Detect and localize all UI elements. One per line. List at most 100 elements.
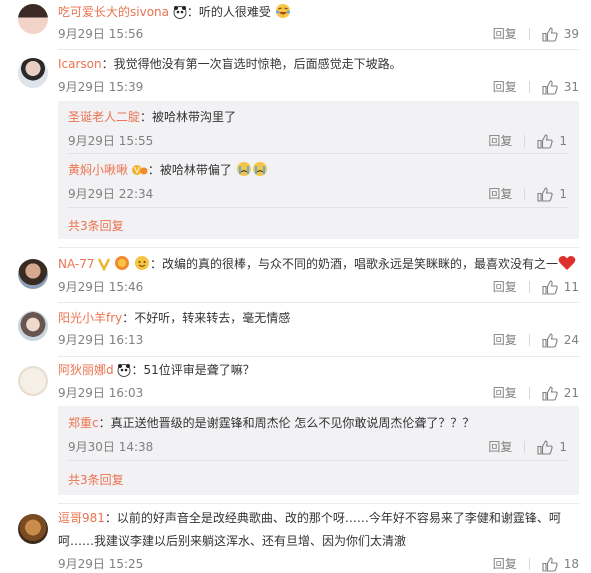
reply-button[interactable]: 回复	[493, 556, 517, 572]
like-button[interactable]: 1	[537, 439, 567, 455]
reply-button[interactable]: 回复	[488, 186, 512, 202]
laughing-emoji-icon	[275, 3, 291, 24]
avatar[interactable]	[18, 4, 48, 34]
like-button[interactable]: 1	[537, 133, 567, 149]
thumbs-up-icon	[542, 556, 558, 572]
reply-username[interactable]: 郑重c	[68, 416, 99, 430]
avatar[interactable]	[18, 366, 48, 396]
thumbs-up-icon	[542, 279, 558, 295]
svg-text:V: V	[134, 166, 140, 175]
thumbs-up-icon	[537, 186, 554, 202]
verified-v-icon: V	[131, 163, 148, 182]
divider	[68, 153, 569, 154]
action-separator	[528, 28, 530, 40]
reply-button[interactable]: 回复	[488, 439, 512, 455]
reply-time: 9月30日 14:38	[68, 440, 154, 454]
action-separator	[528, 558, 530, 570]
like-button[interactable]: 1	[537, 186, 567, 202]
comment-time: 9月29日 16:13	[58, 333, 144, 347]
action-separator	[528, 387, 530, 399]
comment-item: NA-77 ：改编的真的很棒，与众不同的奶酒，唱歌永远是笑眯眯的，最喜欢没有之一…	[0, 248, 591, 303]
reply-button[interactable]: 回复	[488, 133, 512, 149]
comment-time: 9月29日 15:39	[58, 80, 144, 94]
reply-button[interactable]: 回复	[493, 79, 517, 95]
more-replies-link[interactable]: 共3条回复	[68, 472, 124, 488]
action-separator	[528, 334, 530, 346]
action-separator	[524, 188, 526, 200]
comment-text: ：不好听，转来转去，毫无情感	[122, 311, 291, 325]
like-button[interactable]: 21	[542, 385, 579, 401]
comment-time: 9月29日 15:56	[58, 27, 144, 41]
reply-username[interactable]: 黄焖小啾啾	[68, 163, 128, 177]
like-button[interactable]: 11	[542, 279, 579, 295]
like-count: 1	[559, 440, 567, 454]
action-separator	[524, 135, 526, 147]
reply-time: 9月29日 15:55	[68, 134, 154, 148]
like-count: 31	[563, 80, 579, 94]
comment-username[interactable]: 阿狄丽娜d	[58, 363, 114, 377]
like-count: 11	[563, 280, 579, 294]
comment-text: ：听的人很难受	[186, 5, 271, 19]
comment-text: ：以前的好声音全是改经典歌曲、改的那个呀……今年好不容易来了李健和谢霆锋、呵	[104, 511, 561, 525]
avatar[interactable]	[18, 311, 48, 341]
action-separator	[528, 81, 530, 93]
comment-item: 阿狄丽娜d ：51位评审是聋了嘛？ 9月29日 16:03 回复 21 郑重c：…	[0, 357, 591, 500]
panda-emoji-icon	[117, 363, 131, 382]
comment-username[interactable]: NA-77	[58, 257, 95, 271]
reply-button[interactable]: 回复	[493, 332, 517, 348]
reply-username[interactable]: 圣诞老人二腚	[68, 110, 140, 124]
reply-button[interactable]: 回复	[493, 279, 517, 295]
panda-emoji-icon	[173, 5, 187, 24]
reply-button[interactable]: 回复	[493, 26, 517, 42]
like-button[interactable]: 18	[542, 556, 579, 572]
like-count: 21	[563, 386, 579, 400]
reply-time: 9月29日 22:34	[68, 187, 154, 201]
divider	[68, 460, 569, 461]
thumbs-up-icon	[542, 385, 558, 401]
like-count: 24	[563, 333, 579, 347]
comment-text: ：改编的真的很棒，与众不同的奶酒，唱歌永远是笑眯眯的，最喜欢没有之一	[150, 257, 559, 271]
thumbs-up-icon	[537, 439, 554, 455]
thumbs-up-icon	[537, 133, 554, 149]
comment-item: 阳光小羊fry：不好听，转来转去，毫无情感 9月29日 16:13 回复 24	[0, 303, 591, 357]
comment-time: 9月29日 16:03	[58, 386, 144, 400]
reply-button[interactable]: 回复	[493, 385, 517, 401]
avatar[interactable]	[18, 259, 48, 289]
comment-item: 逗哥981：以前的好声音全是改经典歌曲、改的那个呀……今年好不容易来了李健和谢霆…	[0, 504, 591, 573]
comment-text-continued: 呵……我建议李建以后别来躺这浑水、还有旦增、因为你们太清澈	[58, 534, 407, 548]
like-count: 18	[563, 557, 579, 571]
action-separator	[528, 281, 530, 293]
reply-text: ：真正送他晋级的是谢霆锋和周杰伦 怎么不见你敢说周杰伦聋了？？？	[98, 416, 475, 430]
divider	[68, 207, 569, 208]
reply-text: ：被哈林带偏了	[147, 163, 232, 177]
reply-thread: 郑重c：真正送他晋级的是谢霆锋和周杰伦 怎么不见你敢说周杰伦聋了？？？ 9月30…	[58, 406, 579, 495]
crying-emoji-icon	[252, 161, 268, 182]
comment-username[interactable]: Icarson	[58, 57, 102, 71]
more-replies-link[interactable]: 共3条回复	[68, 218, 124, 234]
comment-username[interactable]: 阳光小羊fry	[58, 311, 122, 325]
verified-v-icon	[98, 257, 111, 276]
avatar[interactable]	[18, 58, 48, 88]
comment-username[interactable]: 逗哥981	[58, 511, 105, 525]
like-button[interactable]: 24	[542, 332, 579, 348]
laughing-emoji-icon	[114, 255, 130, 276]
comment-username[interactable]: 吃可爱长大的sivona	[58, 5, 169, 19]
comment-text: ：51位评审是聋了嘛？	[131, 363, 255, 377]
comment-time: 9月29日 15:46	[58, 280, 144, 294]
action-separator	[524, 441, 526, 453]
like-count: 1	[559, 134, 567, 148]
heart-emoji-icon	[558, 255, 576, 276]
comment-item: Icarson：我觉得他没有第一次盲选时惊艳，后面感觉走下坡路。 9月29日 1…	[0, 50, 591, 245]
comment-time: 9月29日 15:25	[58, 557, 144, 571]
avatar[interactable]	[18, 514, 48, 544]
like-button[interactable]: 31	[542, 79, 579, 95]
like-count: 39	[563, 27, 579, 41]
like-count: 1	[559, 187, 567, 201]
like-button[interactable]: 39	[542, 26, 579, 42]
thumbs-up-icon	[542, 79, 558, 95]
comment-item: 吃可爱长大的sivona ：听的人很难受 9月29日 15:56 回复 39	[0, 0, 591, 50]
thumbs-up-icon	[542, 26, 558, 42]
crying-emoji-icon	[236, 161, 252, 182]
comment-text: ：我觉得他没有第一次盲选时惊艳，后面感觉走下坡路。	[101, 57, 402, 71]
reply-text: ：被哈林带沟里了	[140, 110, 237, 124]
